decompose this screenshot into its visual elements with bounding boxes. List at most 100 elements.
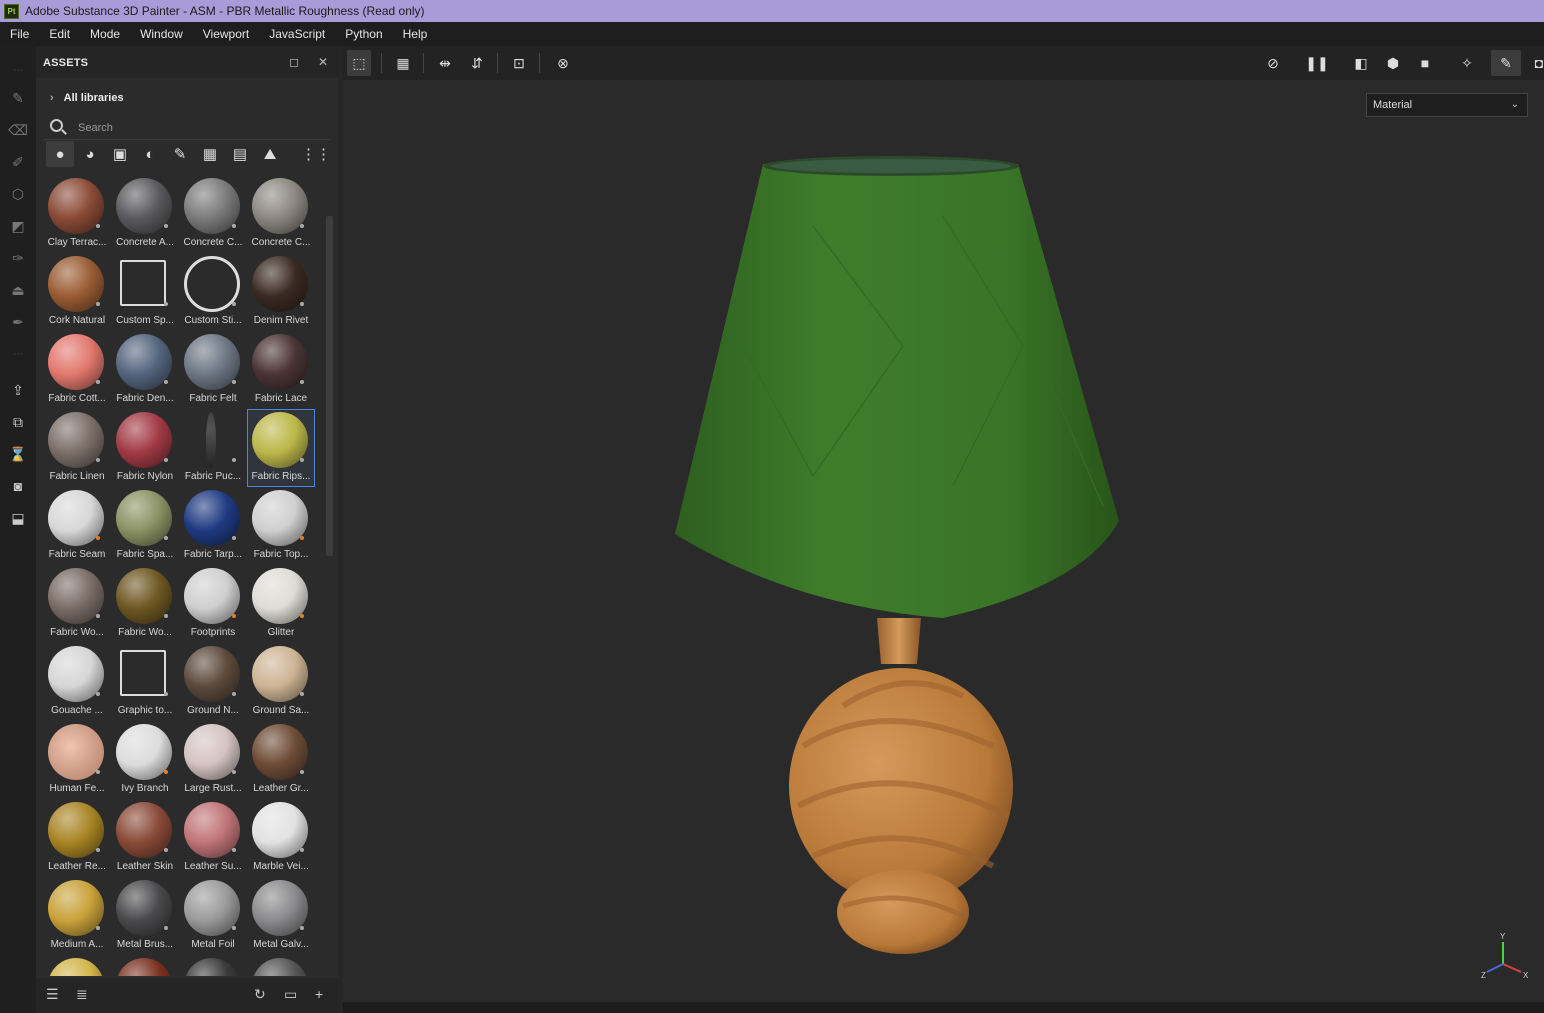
menu-file[interactable]: File [0, 22, 39, 46]
asset-tile[interactable]: Leather Skin [112, 800, 178, 876]
menu-mode[interactable]: Mode [80, 22, 130, 46]
asset-tile[interactable]: Ground N... [180, 644, 246, 720]
asset-label: Fabric Lace [254, 393, 308, 404]
asset-tile[interactable]: Graphic to... [112, 644, 178, 720]
asset-tile[interactable]: Ground Sa... [248, 644, 314, 720]
filter-brushes-icon[interactable]: ✎ [166, 141, 194, 167]
asset-badge-icon [232, 458, 236, 462]
clone-stamp-icon[interactable]: ⏏ [8, 280, 28, 300]
asset-tile[interactable]: Glitter [248, 566, 314, 642]
asset-tile[interactable]: Leather Re... [44, 800, 110, 876]
add-icon[interactable]: + [315, 986, 323, 1002]
polygon-fill-icon[interactable]: ◩ [8, 216, 28, 236]
asset-tile[interactable]: Fabric Wo... [112, 566, 178, 642]
libraries-label: All libraries [63, 92, 124, 104]
menu-python[interactable]: Python [335, 22, 392, 46]
asset-tile[interactable]: Cork Natural [44, 254, 110, 330]
asset-tile[interactable]: Fabric Cott... [44, 332, 110, 408]
texture-set-icon[interactable]: ⬓ [8, 508, 28, 528]
asset-tile[interactable]: Fabric Seam [44, 488, 110, 564]
menu-help[interactable]: Help [393, 22, 438, 46]
asset-tile[interactable]: Metal Galv... [248, 878, 314, 954]
filter-smart-materials-icon[interactable]: ◕ [76, 141, 104, 167]
asset-tile[interactable]: Concrete C... [248, 176, 314, 252]
viewport-3d[interactable]: ⬚ ▦ ⇹ ⇵ ⊡ ⊗ ⊘ ❚❚ ◧ ⬢ ■ ✧ ✎ ◘ Material ⌄ [343, 46, 1544, 1002]
asset-tile[interactable] [112, 956, 178, 976]
asset-tile[interactable]: Fabric Top... [248, 488, 314, 564]
export-icon[interactable]: ⇪ [8, 380, 28, 400]
asset-tile[interactable]: Clay Terrac... [44, 176, 110, 252]
asset-tile[interactable] [44, 956, 110, 976]
asset-tile[interactable]: Custom Sti... [180, 254, 246, 330]
asset-tile[interactable]: Leather Su... [180, 800, 246, 876]
asset-tile[interactable]: Fabric Wo... [44, 566, 110, 642]
menu-edit[interactable]: Edit [39, 22, 80, 46]
smudge-icon[interactable]: ✑ [8, 248, 28, 268]
filter-alphas-icon[interactable]: ▦ [196, 141, 224, 167]
asset-badge-icon [96, 926, 100, 930]
asset-tile[interactable]: Metal Brus... [112, 878, 178, 954]
assets-panel-footer: ☰ ≣ ↻ ▭ + [36, 978, 338, 1013]
asset-tile[interactable]: Metal Foil [180, 878, 246, 954]
material-preview [120, 260, 166, 306]
menu-javascript[interactable]: JavaScript [259, 22, 335, 46]
asset-tile[interactable] [248, 956, 314, 976]
libraries-breadcrumb[interactable]: › All libraries [50, 92, 124, 104]
asset-tile[interactable]: Gouache ... [44, 644, 110, 720]
asset-tile[interactable]: Fabric Lace [248, 332, 314, 408]
geometry-mask-icon[interactable]: ⬡ [8, 184, 28, 204]
hourglass-icon[interactable]: ⌛ [8, 444, 28, 464]
asset-badge-icon [164, 302, 168, 306]
asset-tile[interactable]: Leather Gr... [248, 722, 314, 798]
asset-tile[interactable]: Fabric Den... [112, 332, 178, 408]
asset-badge-icon [96, 458, 100, 462]
asset-label: Ground N... [187, 705, 239, 716]
refresh-icon[interactable]: ↻ [254, 986, 266, 1003]
eraser-icon[interactable]: ⌫ [8, 120, 28, 140]
filter-environments-icon[interactable]: ⛰ [256, 141, 284, 167]
asset-tile[interactable]: Fabric Tarp... [180, 488, 246, 564]
asset-tile[interactable] [180, 956, 246, 976]
asset-tile[interactable]: Marble Vei... [248, 800, 314, 876]
asset-badge-icon [300, 614, 304, 618]
display-settings-icon[interactable]: ◙ [8, 476, 28, 496]
grid-view-icon[interactable]: ⋮⋮ [301, 141, 331, 167]
asset-tile[interactable]: Fabric Rips... [247, 409, 315, 487]
menu-window[interactable]: Window [130, 22, 193, 46]
projection-icon[interactable]: ✐ [8, 152, 28, 172]
folder-icon[interactable]: ▭ [284, 986, 297, 1003]
assets-scrollbar[interactable] [326, 216, 333, 556]
asset-tile[interactable]: Concrete A... [112, 176, 178, 252]
undock-icon[interactable]: ◻ [289, 55, 299, 69]
asset-badge-icon [232, 380, 236, 384]
asset-tile[interactable]: Footprints [180, 566, 246, 642]
asset-tile[interactable]: Concrete C... [180, 176, 246, 252]
filter-textures-icon[interactable]: ▤ [226, 141, 254, 167]
color-picker-icon[interactable]: ✒ [8, 312, 28, 332]
menu-viewport[interactable]: Viewport [193, 22, 259, 46]
asset-tile[interactable]: Fabric Nylon [112, 410, 178, 486]
filter-masks-icon[interactable]: ▣ [106, 141, 134, 167]
asset-tile[interactable]: Denim Rivet [248, 254, 314, 330]
asset-tile[interactable]: Fabric Felt [180, 332, 246, 408]
filter-generators-icon[interactable]: ◐ [136, 141, 164, 167]
filter-list-icon[interactable]: ≣ [76, 986, 88, 1003]
bake-icon[interactable]: ⧉ [8, 412, 28, 432]
app-logo-icon: Pt [4, 3, 19, 19]
asset-tile[interactable]: Custom Sp... [112, 254, 178, 330]
asset-tile[interactable]: Medium A... [44, 878, 110, 954]
asset-tile[interactable]: Large Rust... [180, 722, 246, 798]
close-icon[interactable]: ✕ [318, 55, 328, 69]
asset-badge-icon [232, 692, 236, 696]
asset-badge-icon [96, 770, 100, 774]
asset-tile[interactable]: Fabric Spa... [112, 488, 178, 564]
search-icon [50, 119, 63, 132]
asset-tile[interactable]: Fabric Puc... [180, 410, 246, 486]
asset-tile[interactable]: Fabric Linen [44, 410, 110, 486]
list-view-icon[interactable]: ☰ [46, 986, 59, 1003]
asset-tile[interactable]: Ivy Branch [112, 722, 178, 798]
paint-brush-icon[interactable]: ✎ [8, 88, 28, 108]
asset-tile[interactable]: Human Fe... [44, 722, 110, 798]
filter-materials-icon[interactable]: ● [46, 141, 74, 167]
search-input[interactable] [78, 120, 318, 136]
